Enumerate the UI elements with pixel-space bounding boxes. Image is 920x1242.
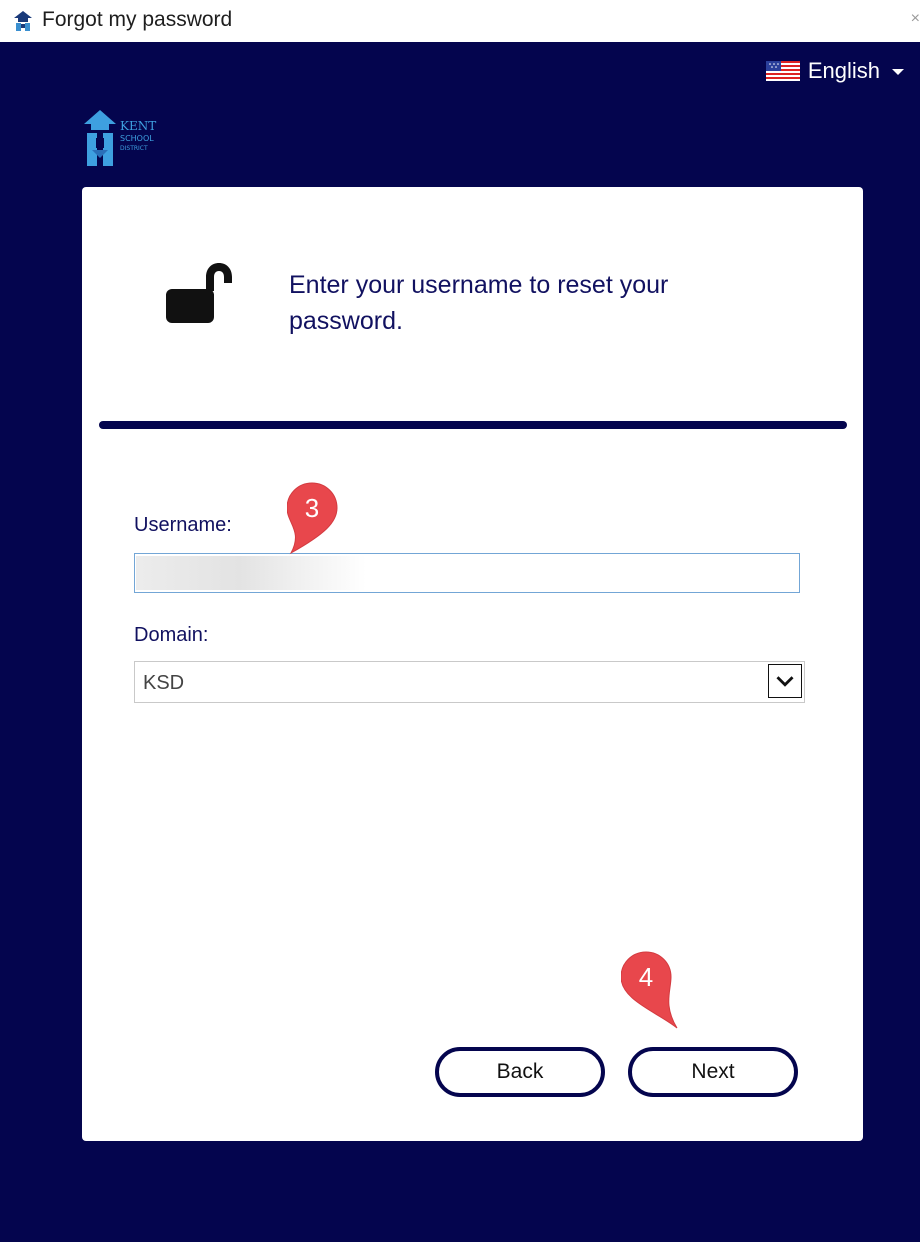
us-flag-icon: [765, 61, 800, 81]
step-number: 3: [304, 493, 320, 523]
kent-school-district-logo: KENT SCHOOL DISTRICT: [84, 110, 156, 166]
step-marker-4: 4: [621, 950, 685, 1032]
step-marker-3: 3: [287, 481, 351, 563]
window-title: Forgot my password: [42, 8, 233, 31]
reset-password-card: Enter your username to reset your passwo…: [82, 187, 863, 1141]
svg-text:SCHOOL: SCHOOL: [120, 134, 154, 143]
domain-selected-value: KSD: [143, 672, 185, 694]
chevron-down-icon: [892, 69, 904, 75]
language-selector[interactable]: English: [765, 58, 904, 84]
section-divider: [99, 421, 847, 429]
domain-label: Domain:: [134, 624, 209, 646]
chevron-down-icon[interactable]: [768, 664, 802, 698]
username-label: Username:: [134, 514, 232, 536]
back-button[interactable]: Back: [435, 1047, 605, 1097]
app-logo-icon: [14, 11, 32, 31]
svg-text:DISTRICT: DISTRICT: [120, 145, 148, 152]
svg-text:KENT: KENT: [120, 119, 156, 133]
language-label: English: [807, 58, 880, 83]
step-number: 4: [638, 962, 654, 992]
page-heading: Enter your username to reset your passwo…: [289, 271, 669, 335]
window-close-button[interactable]: ×: [911, 10, 920, 28]
page-background: English KENT SCHOOL DISTRICT Enter your …: [0, 42, 920, 1242]
username-input[interactable]: [134, 553, 800, 593]
domain-select[interactable]: KSD: [134, 661, 805, 703]
unlocked-padlock-icon: [166, 263, 232, 323]
window-titlebar: Forgot my password ×: [0, 0, 920, 42]
next-button[interactable]: Next: [628, 1047, 798, 1097]
